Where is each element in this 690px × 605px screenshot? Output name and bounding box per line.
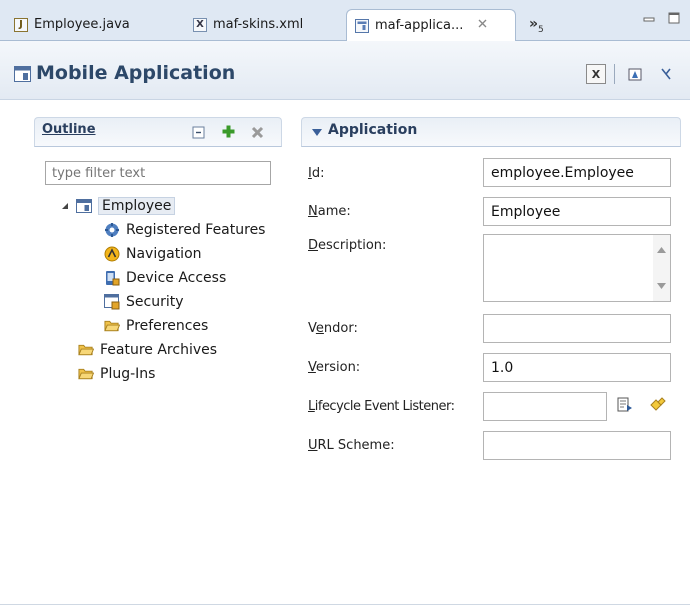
mnemonic: D xyxy=(308,238,319,253)
add-button[interactable] xyxy=(221,124,236,143)
folder-icon xyxy=(104,318,120,334)
vendor-field[interactable] xyxy=(483,314,671,343)
mnemonic: e xyxy=(315,321,324,336)
maximize-icon xyxy=(668,12,680,24)
label-text: ersion: xyxy=(315,360,361,375)
tree-item-plug-ins[interactable]: Plug-Ins xyxy=(78,363,155,385)
tab-employee-java[interactable]: J Employee.java xyxy=(14,9,130,40)
url-scheme-field[interactable] xyxy=(483,431,671,460)
device-access-icon xyxy=(104,270,120,286)
browse-icon xyxy=(617,397,632,412)
xml-source-icon: X xyxy=(591,67,601,81)
id-field[interactable] xyxy=(483,158,671,187)
tab-maf-application[interactable]: maf-applica... xyxy=(346,9,516,41)
url-scheme-label: URL Scheme: xyxy=(308,438,395,453)
xml-file-icon: X xyxy=(193,17,207,32)
outline-filter-input[interactable] xyxy=(45,161,271,185)
tree-item-security[interactable]: Security xyxy=(104,291,184,313)
create-class-icon xyxy=(650,397,666,411)
scroll-down-arrow-icon[interactable] xyxy=(657,283,666,289)
label-text: RL Scheme: xyxy=(317,438,395,453)
version-field[interactable] xyxy=(483,353,671,382)
tab-label: maf-applica... xyxy=(375,18,464,33)
description-textarea[interactable] xyxy=(483,234,671,302)
tree-item-feature-archives[interactable]: Feature Archives xyxy=(78,339,217,361)
mnemonic: N xyxy=(308,204,318,219)
tab-label: Employee.java xyxy=(34,17,130,32)
label-text: ifecycle Event Listener: xyxy=(314,399,455,414)
application-icon xyxy=(76,198,92,214)
label-text: escription: xyxy=(318,238,387,253)
browse-class-button[interactable] xyxy=(617,397,633,417)
overflow-count: 5 xyxy=(538,25,544,35)
folder-icon xyxy=(78,342,94,358)
tree-item-label: Navigation xyxy=(126,246,202,262)
tree-item-label: Feature Archives xyxy=(100,342,218,358)
tab-maf-skins-xml[interactable]: X maf-skins.xml xyxy=(193,9,303,40)
close-tab-icon[interactable] xyxy=(477,18,488,33)
lifecycle-listener-label: Lifecycle Event Listener: xyxy=(308,399,455,414)
folder-icon xyxy=(78,366,94,382)
deployment-button[interactable] xyxy=(625,64,645,84)
add-icon xyxy=(222,125,235,138)
id-label: Id: xyxy=(308,166,324,181)
help-icon xyxy=(661,68,671,80)
name-label: Name: xyxy=(308,204,351,219)
name-field[interactable] xyxy=(483,197,671,226)
outline-title: Outline xyxy=(42,122,96,137)
collapse-all-icon xyxy=(192,126,205,139)
label-text: V xyxy=(308,321,316,336)
minimize-button[interactable] xyxy=(643,14,655,29)
maximize-button[interactable] xyxy=(668,12,680,28)
tree-item-employee[interactable]: Employee xyxy=(58,195,176,217)
vendor-label: Vendor: xyxy=(308,321,358,336)
application-icon xyxy=(14,66,31,86)
section-collapse-icon[interactable] xyxy=(312,126,322,141)
description-scrollbar[interactable] xyxy=(653,235,670,301)
help-button[interactable] xyxy=(656,64,676,84)
source-view-button[interactable]: X xyxy=(586,64,606,84)
delete-icon xyxy=(251,126,264,139)
tree-item-label: Employee xyxy=(98,197,176,215)
collapse-all-button[interactable] xyxy=(192,126,205,143)
navigation-icon xyxy=(104,246,120,262)
create-class-button[interactable] xyxy=(648,397,666,417)
application-file-icon xyxy=(355,18,369,33)
tree-item-label: Security xyxy=(126,294,184,310)
minimize-icon xyxy=(643,17,655,22)
version-label: Version: xyxy=(308,360,360,375)
tree-item-label: Device Access xyxy=(126,270,227,286)
tree-item-preferences[interactable]: Preferences xyxy=(104,315,208,337)
delete-button[interactable] xyxy=(251,126,264,143)
features-icon xyxy=(104,222,120,238)
mnemonic: U xyxy=(308,438,318,453)
description-label: Description: xyxy=(308,238,386,253)
tree-item-label: Plug-Ins xyxy=(100,366,156,382)
tab-overflow-button[interactable]: »5 xyxy=(529,16,544,35)
application-section-title: Application xyxy=(328,122,418,138)
security-icon xyxy=(104,294,120,310)
scroll-up-arrow-icon[interactable] xyxy=(657,247,666,253)
label-text: ame: xyxy=(317,204,351,219)
java-file-icon: J xyxy=(14,17,28,32)
label-text: ndor: xyxy=(323,321,358,336)
page-title: Mobile Application xyxy=(36,62,236,84)
toolbar-divider xyxy=(614,64,615,84)
mnemonic: V xyxy=(308,360,316,375)
tab-label: maf-skins.xml xyxy=(213,17,304,32)
mnemonic: L xyxy=(308,399,315,414)
expand-arrow-icon[interactable] xyxy=(58,202,72,210)
tree-item-registered-features[interactable]: Registered Features xyxy=(104,219,265,241)
tree-item-label: Preferences xyxy=(126,318,209,334)
tree-item-navigation[interactable]: Navigation xyxy=(104,243,202,265)
tree-item-label: Registered Features xyxy=(126,222,266,238)
deploy-icon xyxy=(628,68,642,81)
label-text: d: xyxy=(311,166,325,181)
tree-item-device-access[interactable]: Device Access xyxy=(104,267,226,289)
lifecycle-listener-field[interactable] xyxy=(483,392,607,421)
overflow-chevron-icon: » xyxy=(529,16,539,32)
